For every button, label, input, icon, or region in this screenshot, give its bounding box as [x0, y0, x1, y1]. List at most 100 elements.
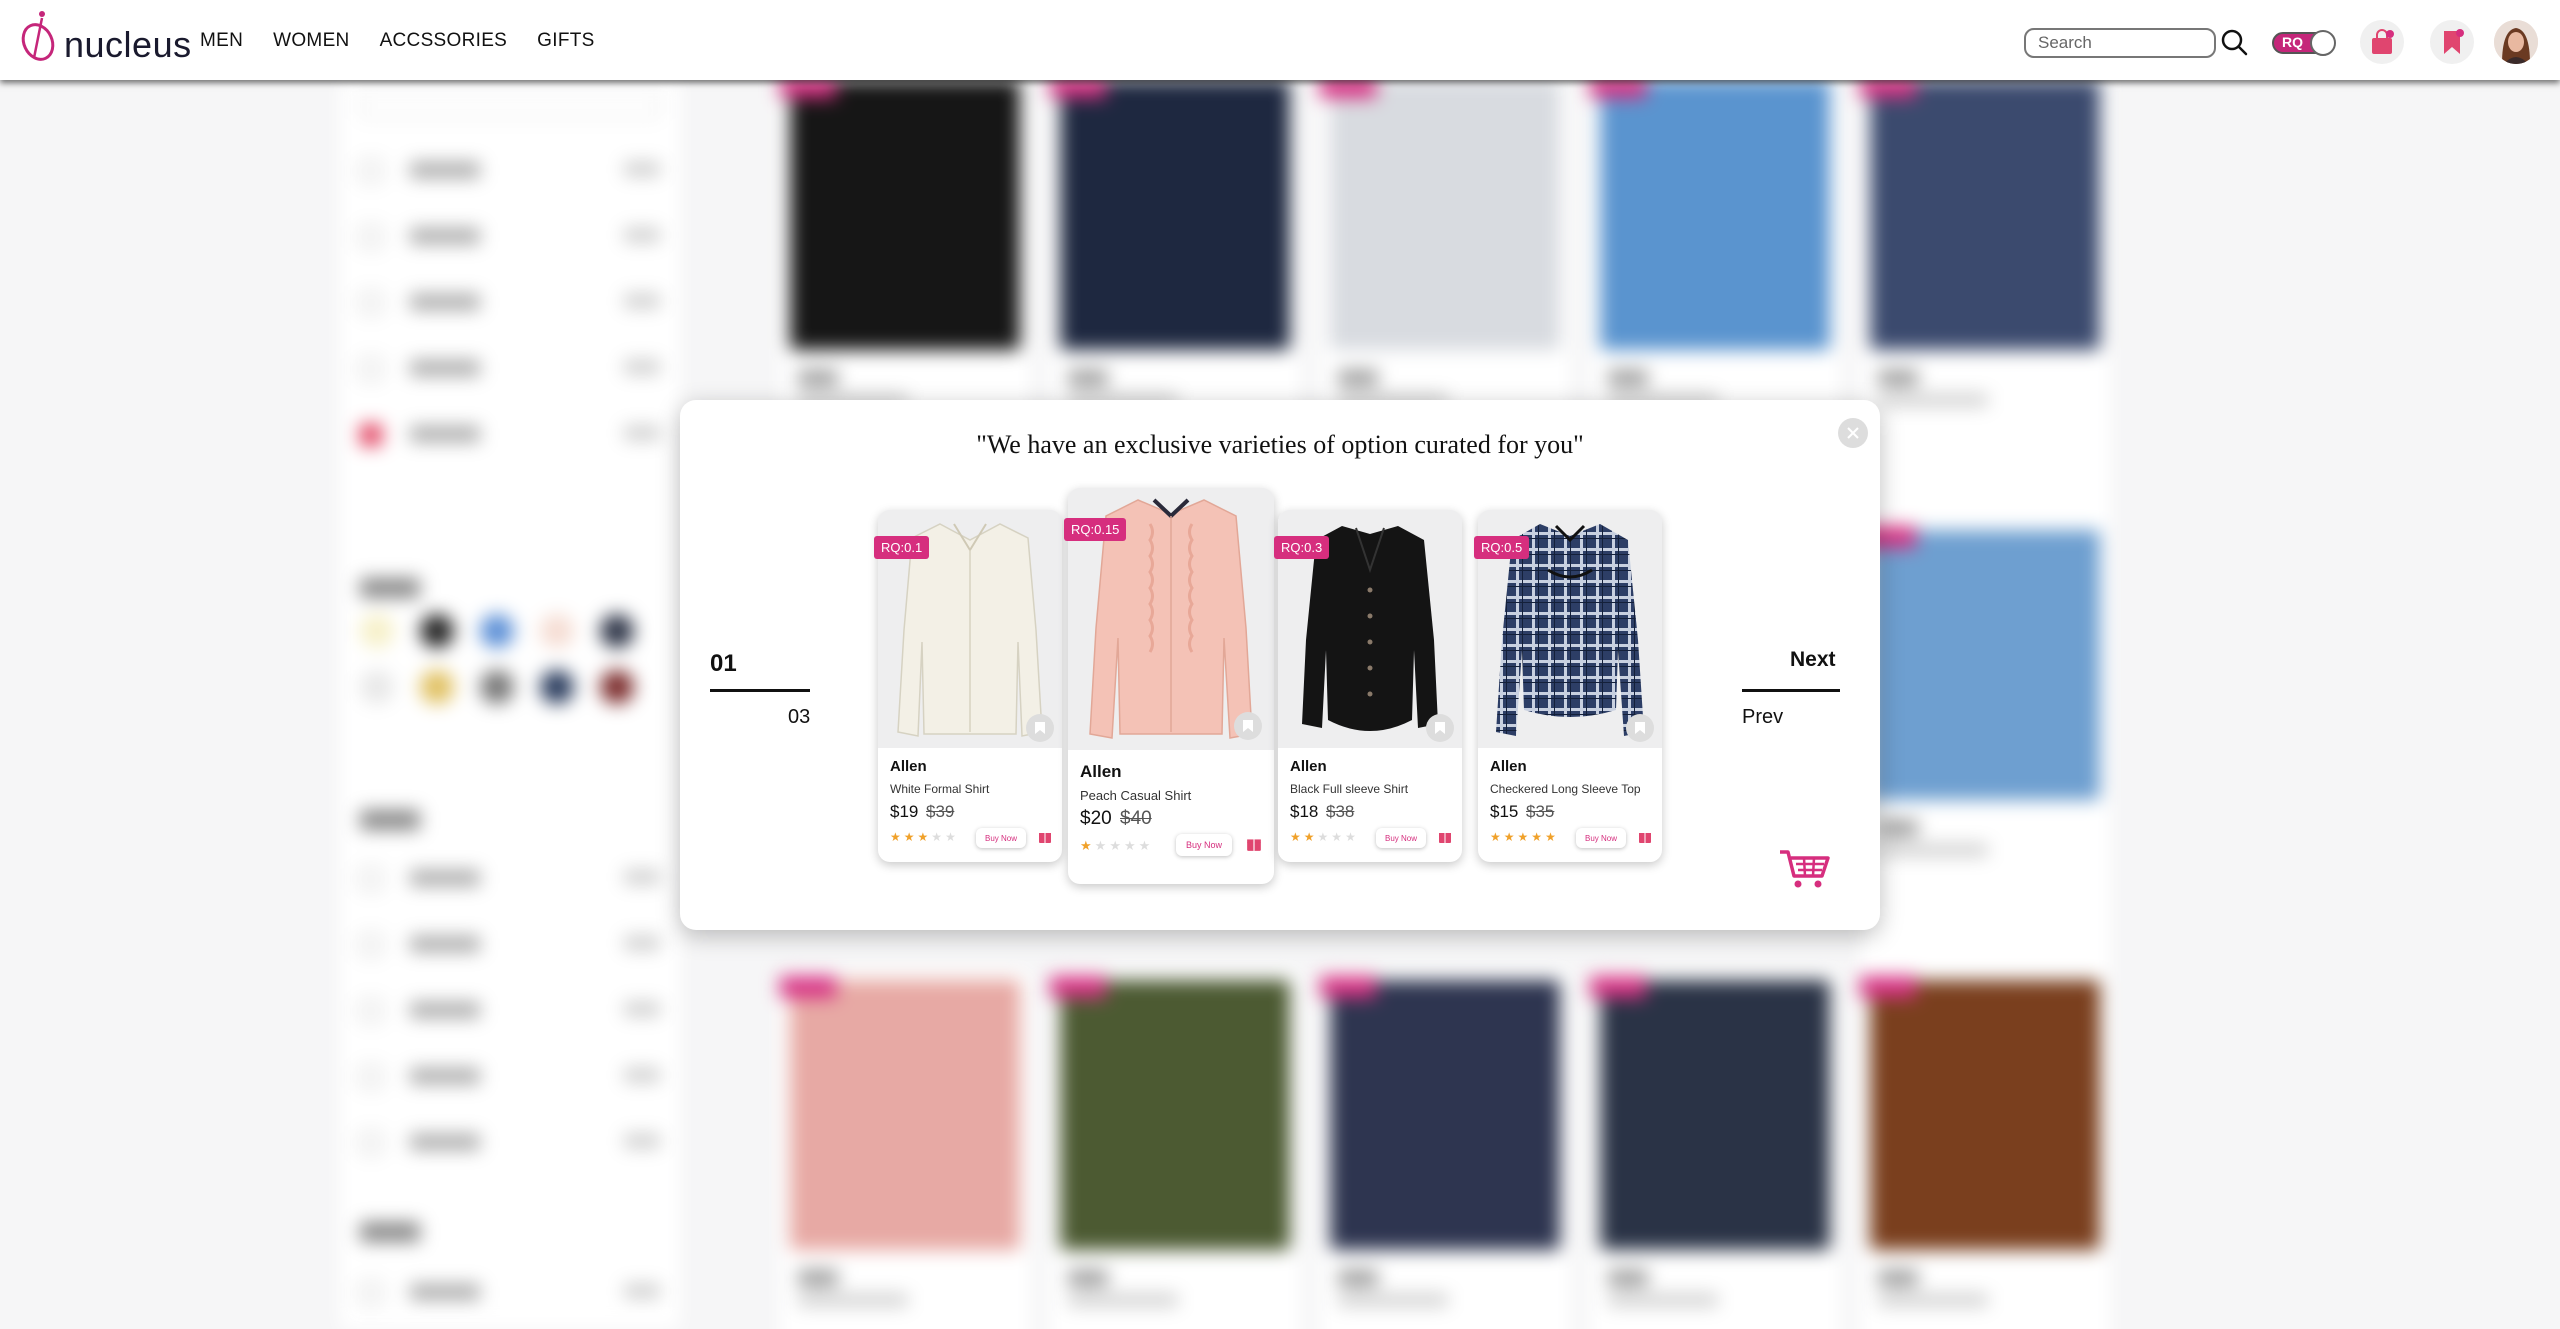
star-filled-icon: ★	[903, 830, 915, 844]
star-empty-icon: ★	[1317, 830, 1329, 844]
star-empty-icon: ★	[931, 830, 943, 844]
star-filled-icon: ★	[1303, 830, 1315, 844]
color-swatch	[420, 670, 454, 704]
color-swatch	[360, 614, 394, 648]
product-name: Checkered Long Sleeve Top	[1490, 782, 1641, 796]
search-input[interactable]	[2024, 28, 2216, 58]
bookmark-button[interactable]	[1626, 714, 1654, 742]
page-current: 01	[710, 650, 737, 677]
user-avatar[interactable]	[2494, 20, 2538, 64]
filter-row	[360, 226, 660, 250]
top-header: nucleus MEN WOMEN ACCSSORIES GIFTS RQ	[0, 0, 2560, 80]
product-brand: Allen	[890, 758, 927, 775]
rq-toggle-label: RQ	[2282, 34, 2303, 50]
star-empty-icon: ★	[945, 830, 956, 844]
star-empty-icon: ★	[1094, 838, 1107, 853]
brand-name: nucleus	[64, 24, 192, 65]
filter-row	[360, 934, 660, 958]
bookmark-button[interactable]	[1426, 714, 1454, 742]
gift-icon[interactable]	[1038, 830, 1052, 844]
product-card-blurred	[1590, 970, 1840, 1329]
nav-women[interactable]: WOMEN	[273, 30, 349, 52]
filter-row	[360, 1000, 660, 1024]
product-card-blurred	[1320, 70, 1570, 450]
gift-icon[interactable]	[1246, 836, 1262, 852]
bookmark-icon	[2444, 29, 2464, 54]
star-filled-icon: ★	[1531, 830, 1543, 844]
star-filled-icon: ★	[1290, 830, 1301, 844]
product-old-price: $40	[1120, 808, 1152, 829]
rq-score-tag: RQ:0.3	[1274, 536, 1330, 559]
main-nav: MEN WOMEN ACCSSORIES GIFTS	[200, 30, 595, 52]
nav-gifts[interactable]: GIFTS	[537, 30, 594, 52]
filter-heading	[360, 578, 420, 598]
product-price: $15	[1490, 802, 1519, 821]
rq-score-tag: RQ:0.15	[1064, 518, 1127, 541]
bookmark-button[interactable]	[1026, 714, 1054, 742]
star-filled-icon: ★	[1545, 830, 1556, 844]
color-swatch	[480, 670, 514, 704]
bookmark-icon	[1035, 722, 1045, 734]
color-swatch	[420, 614, 454, 648]
rating-stars: ★ ★ ★ ★ ★	[890, 830, 956, 844]
product-brand: Allen	[1490, 758, 1527, 775]
prev-button[interactable]: Prev	[1742, 706, 1783, 729]
filter-heading	[360, 810, 420, 830]
bookmark-button[interactable]	[1234, 712, 1262, 740]
bookmark-icon	[1243, 720, 1253, 732]
modal-title: "We have an exclusive varieties of optio…	[976, 430, 1584, 459]
filter-row	[360, 1282, 660, 1306]
buy-now-button[interactable]: Buy Now	[1576, 828, 1626, 848]
logo-mark-icon	[21, 11, 55, 61]
star-filled-icon: ★	[890, 830, 901, 844]
gift-icon[interactable]	[1638, 830, 1652, 844]
product-card-blurred	[1320, 970, 1570, 1329]
bookmark-icon	[1635, 722, 1645, 734]
rq-score-tag: RQ:0.1	[874, 536, 930, 559]
gift-bag-button[interactable]	[2360, 20, 2404, 64]
rating-stars: ★ ★ ★ ★ ★	[1290, 830, 1356, 844]
product-card-blurred	[780, 70, 1030, 450]
product-card-featured[interactable]: RQ:0.15 Allen Peach Casual Shirt $20 $40…	[1064, 488, 1274, 884]
star-empty-icon: ★	[1345, 830, 1356, 844]
buy-now-button[interactable]: Buy Now	[1376, 828, 1426, 848]
filter-row	[360, 868, 660, 892]
buy-now-button[interactable]: Buy Now	[1176, 834, 1232, 856]
star-filled-icon: ★	[1503, 830, 1515, 844]
next-button[interactable]: Next	[1790, 648, 1836, 672]
product-old-price: $35	[1526, 802, 1555, 821]
buy-now-button[interactable]: Buy Now	[976, 828, 1026, 848]
search-icon[interactable]	[2220, 28, 2248, 56]
filter-search	[360, 90, 660, 118]
star-filled-icon: ★	[1490, 830, 1501, 844]
color-swatch	[480, 614, 514, 648]
bookmark-icon	[1435, 722, 1445, 734]
product-card-blurred	[1590, 70, 1840, 450]
gift-icon[interactable]	[1438, 830, 1452, 844]
nav-accessories[interactable]: ACCSSORIES	[380, 30, 508, 52]
product-brand: Allen	[1080, 762, 1122, 781]
product-card[interactable]: RQ:0.3 Allen Black Full sleeve Shirt $18…	[1274, 510, 1462, 862]
product-price: $18	[1290, 802, 1319, 821]
product-card-blurred	[1860, 70, 2110, 560]
filter-sidebar	[340, 80, 680, 1329]
wishlist-button[interactable]	[2430, 20, 2474, 64]
product-card-blurred	[1050, 970, 1300, 1329]
rq-toggle-knob	[2310, 30, 2336, 56]
product-name: Black Full sleeve Shirt	[1290, 782, 1409, 796]
cart-icon[interactable]	[1778, 848, 1830, 890]
user-avatar-image	[2494, 20, 2538, 64]
product-card[interactable]: RQ:0.1 Allen White Formal Shirt $19 $39 …	[874, 510, 1062, 862]
product-name: Peach Casual Shirt	[1080, 788, 1192, 803]
filter-row	[360, 292, 660, 316]
rq-toggle[interactable]: RQ	[2272, 30, 2336, 56]
filter-row	[360, 1066, 660, 1090]
product-old-price: $39	[926, 802, 955, 821]
brand-logo[interactable]: nucleus	[20, 4, 200, 74]
star-filled-icon: ★	[1080, 838, 1092, 853]
color-swatch	[600, 614, 634, 648]
nav-men[interactable]: MEN	[200, 30, 243, 52]
filter-row	[360, 1132, 660, 1156]
product-card[interactable]: RQ:0.5 Allen Checkered Long Sleeve Top $…	[1474, 510, 1662, 862]
filter-row	[360, 358, 660, 382]
